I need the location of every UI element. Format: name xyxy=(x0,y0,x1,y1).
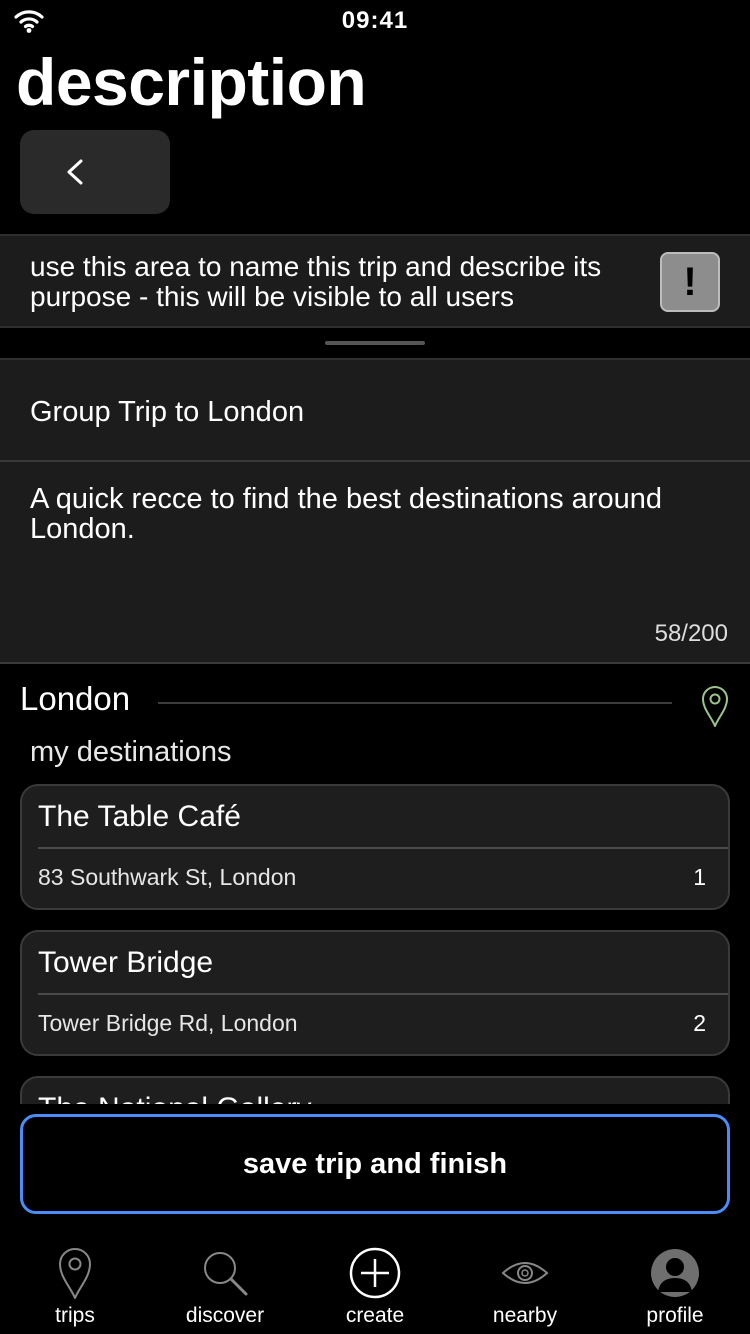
destination-card[interactable]: The Table Café 83 Southwark St, London 1 xyxy=(20,784,730,910)
status-time: 09:41 xyxy=(341,7,409,34)
destination-name: Tower Bridge xyxy=(38,946,214,979)
save-trip-button[interactable]: save trip and finish xyxy=(20,1114,730,1214)
section-divider xyxy=(158,702,672,704)
trip-title-field[interactable]: Group Trip to London xyxy=(0,358,750,462)
tab-label: profile xyxy=(646,1304,704,1327)
back-button[interactable] xyxy=(20,130,170,214)
tab-nearby[interactable]: nearby xyxy=(450,1232,600,1334)
destination-order: 2 xyxy=(693,1010,706,1036)
trip-title-value: Group Trip to London xyxy=(30,396,305,428)
tab-trips[interactable]: trips xyxy=(0,1232,150,1334)
tab-label: nearby xyxy=(492,1304,558,1327)
destinations-list[interactable]: The Table Café 83 Southwark St, London 1… xyxy=(0,784,750,1104)
tab-label: discover xyxy=(185,1304,265,1327)
destination-name: The National Gallery xyxy=(38,1092,311,1104)
tab-bar: trips discover create nearby profile xyxy=(0,1232,750,1334)
tab-discover[interactable]: discover xyxy=(150,1232,300,1334)
destination-order: 1 xyxy=(693,864,706,890)
location-pin-icon[interactable] xyxy=(700,684,730,728)
info-panel: use this area to name this trip and desc… xyxy=(0,234,750,328)
tab-profile[interactable]: profile xyxy=(600,1232,750,1334)
destinations-subheading: my destinations xyxy=(30,736,232,768)
card-divider xyxy=(38,847,728,849)
destination-card[interactable]: Tower Bridge Tower Bridge Rd, London 2 xyxy=(20,930,730,1056)
status-bar: 09:41 xyxy=(0,0,750,40)
magnifier-icon xyxy=(204,1252,248,1296)
location-heading: London xyxy=(20,680,131,717)
info-text: use this area to name this trip and desc… xyxy=(30,251,602,312)
char-counter: 58/200 xyxy=(654,620,728,647)
chevron-left-icon xyxy=(67,159,83,185)
destination-address: Tower Bridge Rd, London xyxy=(38,1010,298,1036)
person-icon xyxy=(651,1249,699,1297)
info-button[interactable]: ! xyxy=(660,252,720,312)
tab-label: create xyxy=(345,1304,405,1327)
eye-icon xyxy=(501,1262,549,1284)
card-divider xyxy=(38,993,728,995)
drag-handle[interactable] xyxy=(325,341,425,345)
destination-card[interactable]: The National Gallery xyxy=(20,1076,730,1104)
trip-description-value: A quick recce to find the best destinati… xyxy=(30,483,662,545)
destination-address: 83 Southwark St, London xyxy=(38,864,297,890)
destination-name: The Table Café xyxy=(38,800,241,833)
plus-circle-icon xyxy=(349,1247,401,1299)
trip-description-field[interactable]: A quick recce to find the best destinati… xyxy=(0,462,750,664)
location-pin-icon xyxy=(59,1248,91,1299)
tab-create[interactable]: create xyxy=(300,1232,450,1334)
tab-label: trips xyxy=(55,1304,95,1327)
page-title: description xyxy=(16,45,367,119)
